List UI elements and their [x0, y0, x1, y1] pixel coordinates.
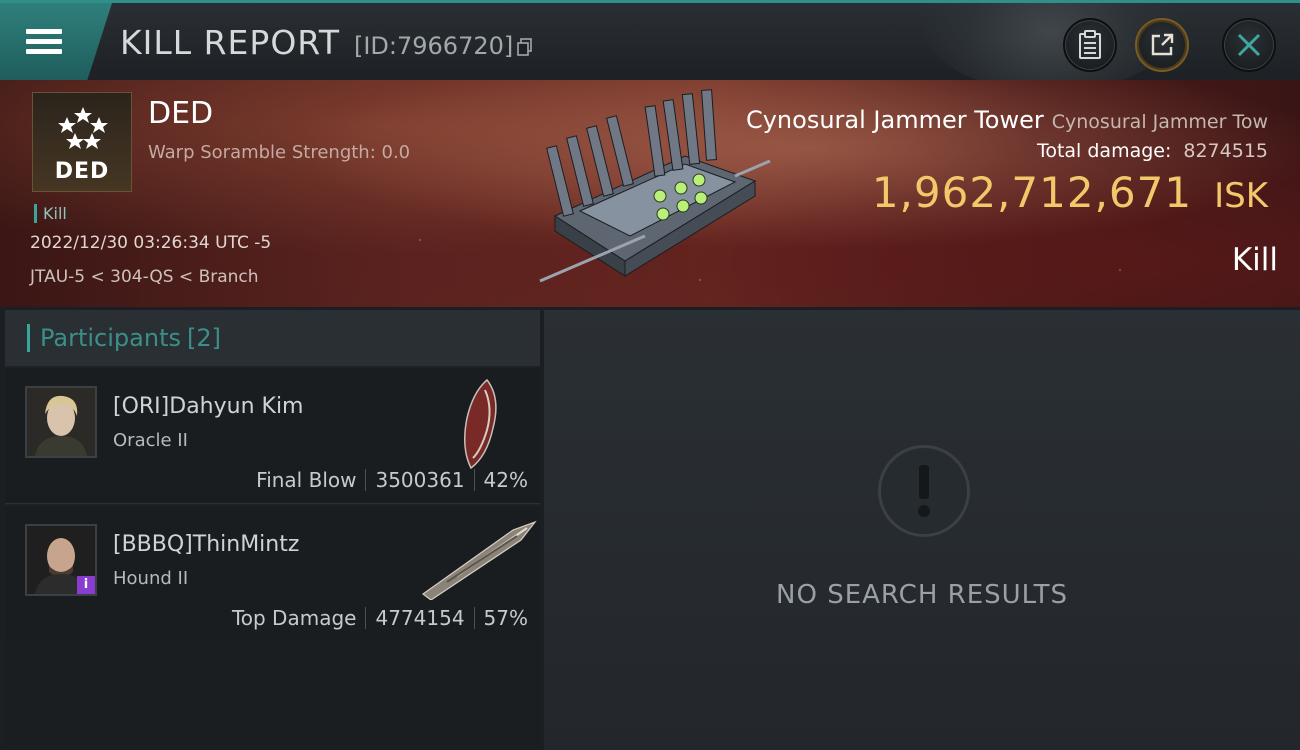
kill-banner: DED DED Warp Soramble Strength: 0.0 Kill… — [0, 80, 1300, 307]
copy-icon[interactable] — [517, 38, 533, 56]
isk-value-group: 1,962,712,671 ISK — [872, 168, 1268, 217]
ship-image — [421, 520, 537, 600]
participants-count: [2] — [186, 324, 221, 352]
participant-stats: Top Damage 4774154 57% — [232, 606, 528, 630]
kill-tag: Kill — [34, 204, 67, 223]
hamburger-icon — [26, 24, 62, 59]
ship-image — [464, 378, 497, 470]
share-button[interactable] — [1135, 18, 1189, 72]
participant-role: Final Blow — [256, 468, 357, 492]
pilot-portrait-image — [27, 388, 95, 456]
corp-name: DED — [148, 96, 214, 131]
warp-strength: Warp Soramble Strength: 0.0 — [148, 142, 411, 163]
close-icon — [1237, 33, 1261, 57]
kill-location: JTAU-5 < 304-QS < Branch — [30, 267, 259, 287]
participant-percent: 57% — [483, 606, 528, 630]
participant-name[interactable]: [ORI]Dahyun Kim — [113, 394, 304, 419]
participant-row[interactable]: [ORI]Dahyun Kim Oracle II Final Blow 350… — [5, 368, 540, 504]
participant-row[interactable]: i [BBBQ]ThinMintz Hound II Top Damage 47… — [5, 506, 540, 642]
clipboard-button[interactable] — [1063, 18, 1117, 72]
close-button[interactable] — [1222, 18, 1276, 72]
participant-stats: Final Blow 3500361 42% — [256, 468, 528, 492]
avatar[interactable] — [25, 386, 97, 458]
victim-name: Cynosural Jammer Tower — [745, 106, 1044, 134]
avatar[interactable]: i — [25, 524, 97, 596]
results-panel: NO SEARCH RESULTS — [544, 310, 1300, 750]
participant-ship: Hound II — [113, 568, 189, 589]
total-damage: Total damage: 8274515 — [1037, 140, 1268, 162]
total-damage-label: Total damage: — [1036, 140, 1172, 162]
participant-damage: 4774154 — [375, 606, 465, 630]
info-badge-icon: i — [77, 576, 95, 594]
no-results-text: NO SEARCH RESULTS — [776, 580, 1068, 610]
participant-damage: 3500361 — [375, 468, 465, 492]
corp-logo[interactable]: DED — [32, 92, 132, 192]
kill-type: Kill — [1231, 242, 1278, 278]
victim-ship-type: Cynosural Jammer Tow — [1051, 111, 1268, 133]
total-damage-value: 8274515 — [1183, 140, 1268, 162]
share-icon — [1151, 33, 1174, 56]
victim-structure-image — [539, 89, 771, 283]
page-title: KILL REPORT — [120, 23, 340, 62]
report-id: [ID:7966720] — [353, 32, 514, 60]
participants-header[interactable]: Participants [2] — [5, 310, 540, 366]
kill-timestamp: 2022/12/30 03:26:34 UTC -5 — [30, 233, 272, 253]
top-bar: KILL REPORT [ID:7966720] — [0, 0, 1300, 80]
participant-ship: Oracle II — [113, 430, 188, 451]
participant-role: Top Damage — [231, 606, 357, 630]
star-cluster-icon — [58, 107, 108, 149]
participant-percent: 42% — [483, 468, 528, 492]
participants-empty-area — [5, 640, 540, 750]
corp-logo-text: DED — [54, 159, 110, 184]
clipboard-icon — [1079, 30, 1101, 59]
participant-name[interactable]: [BBBQ]ThinMintz — [113, 532, 299, 557]
victim-info: Cynosural Jammer Tower Cynosural Jammer … — [746, 106, 1268, 134]
participants-label: Participants — [40, 324, 181, 352]
exclamation-icon — [878, 445, 970, 537]
menu-button[interactable] — [0, 3, 112, 80]
page-title-group: KILL REPORT [ID:7966720] — [120, 23, 533, 62]
isk-unit: ISK — [1214, 176, 1268, 216]
isk-value: 1,962,712,671 — [871, 168, 1193, 217]
